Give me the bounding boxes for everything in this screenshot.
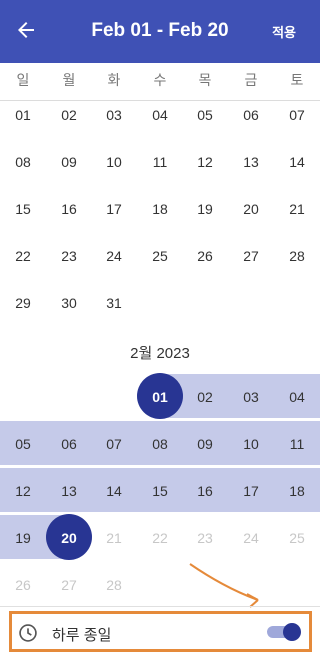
weekday-label: 월: [62, 72, 76, 88]
weekday-label: 수: [153, 72, 167, 88]
day-cell-february-15[interactable]: 15: [137, 483, 183, 499]
day-cell-january-17[interactable]: 17: [91, 201, 137, 217]
day-cell-february-03[interactable]: 03: [228, 389, 274, 405]
day-cell-january-23[interactable]: 23: [46, 248, 92, 264]
divider: [0, 606, 320, 607]
day-cell-february-26[interactable]: 26: [0, 577, 46, 593]
day-cell-january-29[interactable]: 29: [0, 295, 46, 311]
all-day-toggle[interactable]: [267, 623, 301, 641]
day-cell-february-27[interactable]: 27: [46, 577, 92, 593]
day-cell-january-08[interactable]: 08: [0, 154, 46, 170]
weekday-label: 일: [16, 72, 30, 88]
day-cell-january-07[interactable]: 07: [274, 107, 320, 123]
day-cell-january-09[interactable]: 09: [46, 154, 92, 170]
month-label: 2월 2023: [130, 345, 190, 362]
day-cell-february-10[interactable]: 10: [228, 436, 274, 452]
day-cell-january-20[interactable]: 20: [228, 201, 274, 217]
day-cell-january-03[interactable]: 03: [91, 107, 137, 123]
day-cell-january-25[interactable]: 25: [137, 248, 183, 264]
day-cell-february-11[interactable]: 11: [274, 436, 320, 452]
day-cell-february-04[interactable]: 04: [274, 389, 320, 405]
day-cell-february-09[interactable]: 09: [182, 436, 228, 452]
day-cell-february-23[interactable]: 23: [182, 530, 228, 546]
day-cell-february-21[interactable]: 21: [91, 530, 137, 546]
clock-icon: [19, 624, 37, 642]
weekday-label: 목: [198, 72, 212, 88]
day-cell-january-10[interactable]: 10: [91, 154, 137, 170]
day-cell-january-06[interactable]: 06: [228, 107, 274, 123]
day-cell-january-05[interactable]: 05: [182, 107, 228, 123]
weekday-label: 금: [244, 72, 258, 88]
day-cell-january-18[interactable]: 18: [137, 201, 183, 217]
day-cell-february-06[interactable]: 06: [46, 436, 92, 452]
day-cell-february-20[interactable]: 20: [46, 530, 92, 546]
top-app-bar: Feb 01 - Feb 20 적용: [0, 0, 320, 63]
day-cell-january-02[interactable]: 02: [46, 107, 92, 123]
day-cell-february-01[interactable]: 01: [137, 389, 183, 405]
day-cell-february-07[interactable]: 07: [91, 436, 137, 452]
day-cell-february-18[interactable]: 18: [274, 483, 320, 499]
day-cell-january-21[interactable]: 21: [274, 201, 320, 217]
weekday-header: 일 월 화 수 목 금 토: [0, 63, 320, 101]
toggle-knob: [283, 623, 301, 641]
day-cell-january-04[interactable]: 04: [137, 107, 183, 123]
day-cell-february-25[interactable]: 25: [274, 530, 320, 546]
day-cell-january-24[interactable]: 24: [91, 248, 137, 264]
day-cell-january-28[interactable]: 28: [274, 248, 320, 264]
day-cell-january-31[interactable]: 31: [91, 295, 137, 311]
day-cell-january-15[interactable]: 15: [0, 201, 46, 217]
day-cell-january-11[interactable]: 11: [137, 154, 183, 170]
day-cell-february-17[interactable]: 17: [228, 483, 274, 499]
day-cell-february-22[interactable]: 22: [137, 530, 183, 546]
day-cell-january-30[interactable]: 30: [46, 295, 92, 311]
weekday-label: 화: [107, 72, 121, 88]
day-cell-february-28[interactable]: 28: [91, 577, 137, 593]
all-day-row[interactable]: 하루 종일: [9, 611, 312, 652]
day-cell-january-26[interactable]: 26: [182, 248, 228, 264]
day-cell-january-19[interactable]: 19: [182, 201, 228, 217]
day-cell-february-05[interactable]: 05: [0, 436, 46, 452]
day-cell-january-13[interactable]: 13: [228, 154, 274, 170]
day-cell-january-27[interactable]: 27: [228, 248, 274, 264]
day-cell-january-22[interactable]: 22: [0, 248, 46, 264]
day-cell-january-12[interactable]: 12: [182, 154, 228, 170]
day-cell-february-12[interactable]: 12: [0, 483, 46, 499]
day-cell-january-16[interactable]: 16: [46, 201, 92, 217]
day-cell-february-16[interactable]: 16: [182, 483, 228, 499]
day-cell-january-01[interactable]: 01: [0, 107, 46, 123]
day-cell-february-08[interactable]: 08: [137, 436, 183, 452]
weekday-label: 토: [290, 72, 304, 88]
day-cell-february-14[interactable]: 14: [91, 483, 137, 499]
day-cell-january-14[interactable]: 14: [274, 154, 320, 170]
day-cell-february-19[interactable]: 19: [0, 530, 46, 546]
day-cell-february-13[interactable]: 13: [46, 483, 92, 499]
all-day-label: 하루 종일: [52, 627, 112, 644]
apply-button[interactable]: 적용: [272, 22, 296, 41]
day-cell-february-02[interactable]: 02: [182, 389, 228, 405]
day-cell-february-24[interactable]: 24: [228, 530, 274, 546]
